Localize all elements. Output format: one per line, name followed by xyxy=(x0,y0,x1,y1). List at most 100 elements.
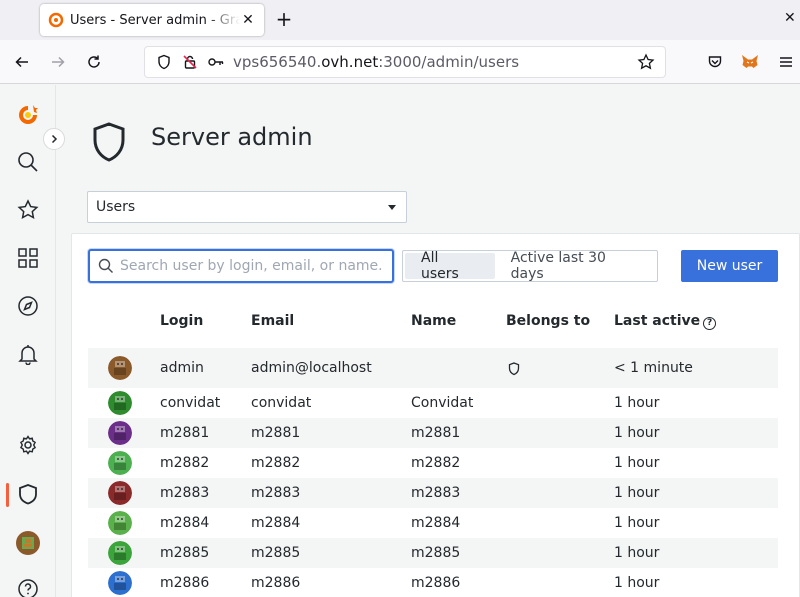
admin-shield-icon xyxy=(508,362,520,376)
cell-email[interactable]: m2884 xyxy=(251,515,300,531)
url-bar[interactable]: vps656540.ovh.net:3000/admin/users xyxy=(144,46,666,78)
section-select[interactable]: Users xyxy=(87,191,407,223)
filter-active-last-30-days[interactable]: Active last 30 days xyxy=(495,250,655,282)
table-row[interactable]: m2885 m2885 m2885 1 hour xyxy=(88,538,778,568)
cell-login[interactable]: m2886 xyxy=(160,575,209,591)
cell-name[interactable]: m2886 xyxy=(411,575,460,591)
table-row[interactable]: m2886 m2886 m2886 1 hour xyxy=(88,568,778,597)
column-header-login[interactable]: Login xyxy=(160,313,203,329)
explore-compass-icon[interactable] xyxy=(14,292,42,320)
cell-name[interactable]: m2885 xyxy=(411,545,460,561)
cell-last-active: < 1 minute xyxy=(614,360,693,376)
cell-name[interactable]: m2881 xyxy=(411,425,460,441)
cell-email[interactable]: m2881 xyxy=(251,425,300,441)
cell-email[interactable]: m2883 xyxy=(251,485,300,501)
users-panel: All users Active last 30 days New user L… xyxy=(71,233,800,597)
new-user-button[interactable]: New user xyxy=(681,250,778,282)
cell-login[interactable]: m2882 xyxy=(160,455,209,471)
reload-icon[interactable] xyxy=(82,50,106,74)
new-tab-button[interactable]: + xyxy=(272,8,296,32)
cell-login[interactable]: m2881 xyxy=(160,425,209,441)
info-icon[interactable]: ? xyxy=(703,317,717,330)
cell-login[interactable]: m2885 xyxy=(160,545,209,561)
user-avatar xyxy=(108,421,132,445)
user-filter-group: All users Active last 30 days xyxy=(402,250,658,282)
dashboards-icon[interactable] xyxy=(14,244,42,272)
cell-last-active: 1 hour xyxy=(614,545,660,561)
window-close-icon[interactable]: ✕ xyxy=(784,10,796,26)
grafana-logo-icon[interactable] xyxy=(14,101,42,129)
user-avatar xyxy=(108,511,132,535)
browser-tab[interactable]: Users - Server admin - Grafana ✕ xyxy=(40,4,264,36)
cell-email[interactable]: admin@localhost xyxy=(251,360,372,376)
cell-name[interactable]: Convidat xyxy=(411,395,473,411)
metamask-extension-icon[interactable] xyxy=(738,50,762,74)
column-header-email[interactable]: Email xyxy=(251,313,294,329)
column-header-last-active[interactable]: Last active? xyxy=(614,313,717,330)
starred-icon[interactable] xyxy=(14,196,42,224)
section-select-value: Users xyxy=(96,199,136,215)
cell-email[interactable]: m2886 xyxy=(251,575,300,591)
menu-hamburger-icon[interactable] xyxy=(774,50,798,74)
configuration-gear-icon[interactable] xyxy=(14,431,42,459)
cell-last-active: 1 hour xyxy=(614,455,660,471)
cell-login[interactable]: admin xyxy=(160,360,204,376)
page-shield-icon xyxy=(93,122,125,162)
cell-email[interactable]: m2882 xyxy=(251,455,300,471)
help-icon[interactable] xyxy=(14,575,42,597)
search-icon xyxy=(98,258,113,273)
tab-close-icon[interactable]: ✕ xyxy=(240,12,256,28)
search-field[interactable] xyxy=(88,249,394,283)
cell-login[interactable]: m2884 xyxy=(160,515,209,531)
table-row[interactable]: m2884 m2884 m2884 1 hour xyxy=(88,508,778,538)
insecure-lock-icon[interactable] xyxy=(181,53,199,71)
table-row[interactable]: m2882 m2882 m2882 1 hour xyxy=(88,448,778,478)
user-avatar xyxy=(108,571,132,595)
cell-name[interactable]: m2882 xyxy=(411,455,460,471)
caret-down-icon xyxy=(388,205,396,210)
cell-name[interactable]: m2883 xyxy=(411,485,460,501)
table-row[interactable]: admin admin@localhost < 1 minute xyxy=(88,348,778,388)
filter-all-users[interactable]: All users xyxy=(405,250,495,282)
table-row[interactable]: m2881 m2881 m2881 1 hour xyxy=(88,418,778,448)
cell-last-active: 1 hour xyxy=(614,515,660,531)
user-avatar xyxy=(108,391,132,415)
column-header-name[interactable]: Name xyxy=(411,313,456,329)
search-input[interactable] xyxy=(120,258,384,274)
server-admin-shield-icon[interactable] xyxy=(14,480,42,508)
cell-email[interactable]: convidat xyxy=(251,395,311,411)
cell-last-active: 1 hour xyxy=(614,395,660,411)
key-icon[interactable] xyxy=(207,53,225,71)
shield-tracking-icon[interactable] xyxy=(155,53,173,71)
user-avatar xyxy=(108,451,132,475)
active-indicator xyxy=(6,483,9,507)
forward-arrow-icon[interactable] xyxy=(46,50,70,74)
browser-nav-bar: vps656540.ovh.net:3000/admin/users xyxy=(0,40,800,84)
grafana-sidebar xyxy=(0,85,56,597)
cell-email[interactable]: m2885 xyxy=(251,545,300,561)
column-header-belongs-to[interactable]: Belongs to xyxy=(506,313,590,329)
tab-title: Users - Server admin - Grafana xyxy=(70,12,240,28)
pocket-icon[interactable] xyxy=(703,50,727,74)
cell-last-active: 1 hour xyxy=(614,575,660,591)
bookmark-star-icon[interactable] xyxy=(637,53,655,75)
user-avatar xyxy=(108,356,132,380)
table-header: Login Email Name Belongs to Last active? xyxy=(88,298,778,348)
back-arrow-icon[interactable] xyxy=(10,50,34,74)
grafana-favicon-icon xyxy=(48,12,64,28)
browser-tab-bar: Users - Server admin - Grafana ✕ + ✕ xyxy=(0,0,800,40)
table-row[interactable]: convidat convidat Convidat 1 hour xyxy=(88,388,778,418)
user-avatar xyxy=(108,481,132,505)
cell-name[interactable]: m2884 xyxy=(411,515,460,531)
cell-login[interactable]: convidat xyxy=(160,395,220,411)
cell-last-active: 1 hour xyxy=(614,425,660,441)
search-icon[interactable] xyxy=(14,148,42,176)
main-content: Server admin Users All users Active last… xyxy=(57,85,800,597)
table-row[interactable]: m2883 m2883 m2883 1 hour xyxy=(88,478,778,508)
url-text: vps656540.ovh.net:3000/admin/users xyxy=(233,53,520,71)
user-avatar[interactable] xyxy=(14,529,42,557)
cell-login[interactable]: m2883 xyxy=(160,485,209,501)
table-body: admin admin@localhost < 1 minute convidat co… xyxy=(88,348,778,597)
sidebar-expand-chevron-icon[interactable] xyxy=(43,128,65,150)
alerting-bell-icon[interactable] xyxy=(14,340,42,368)
